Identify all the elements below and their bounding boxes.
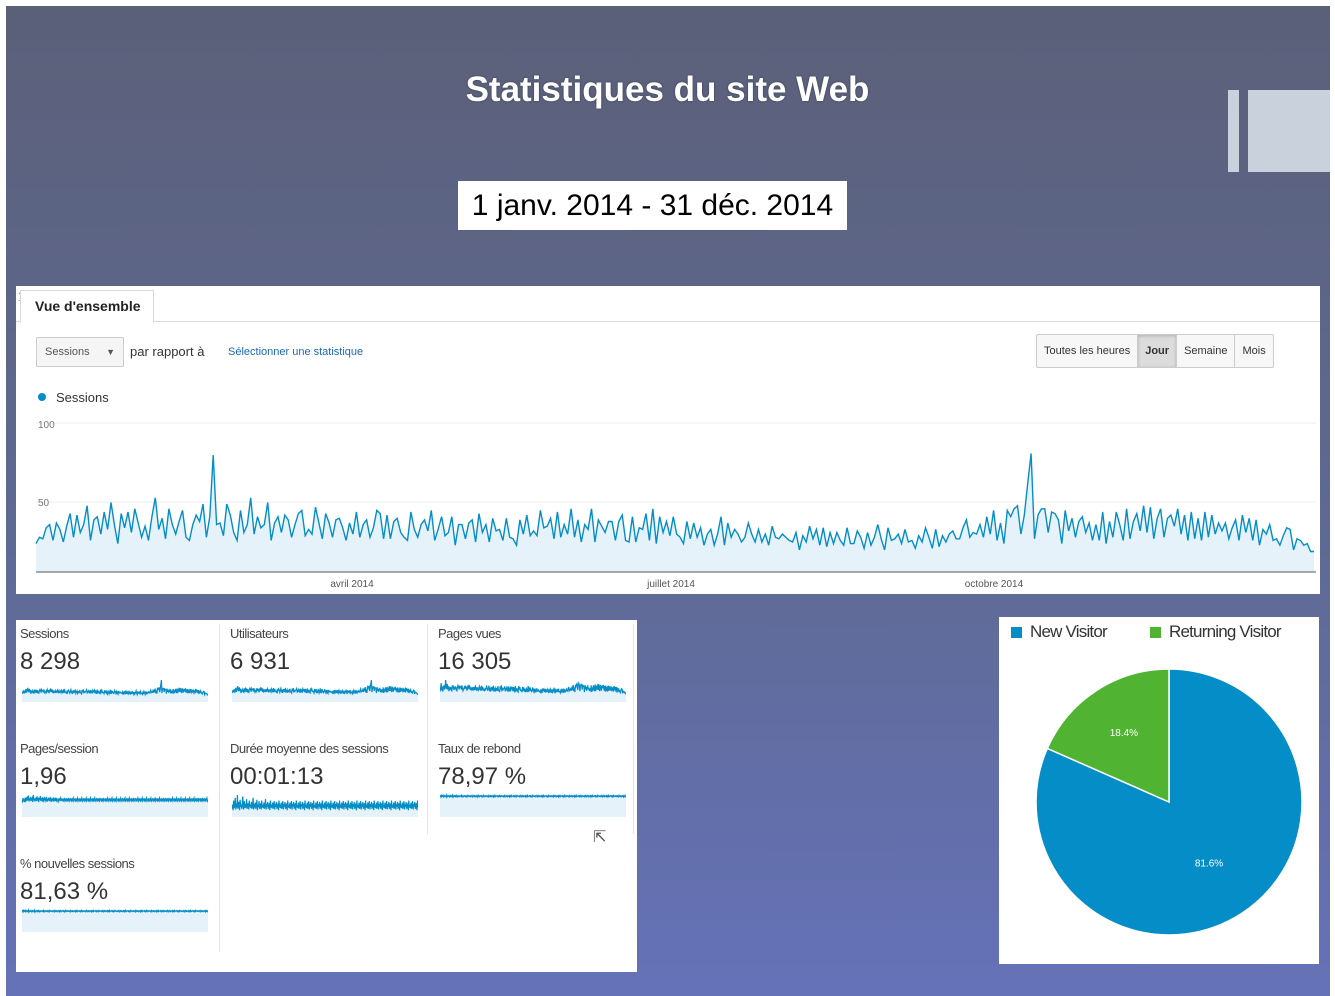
divider — [427, 624, 428, 834]
kpi-pages-per-session[interactable]: Pages/session 1,96 — [16, 735, 216, 847]
kpi-avg-session-duration[interactable]: Durée moyenne des sessions 00:01:13 — [226, 735, 426, 847]
kpi-sparkline — [22, 908, 208, 932]
visitor-pie-chart: 81.6% 18.4% — [1035, 668, 1303, 936]
kpi-users[interactable]: Utilisateurs 6 931 — [226, 620, 426, 732]
kpi-sessions[interactable]: Sessions 8 298 — [16, 620, 216, 732]
pie-slice-label: 81.6% — [1195, 858, 1223, 869]
kpi-panel: Sessions 8 298 Utilisateurs 6 931 Pages … — [16, 620, 637, 972]
pie-slice-label: 18.4% — [1110, 728, 1138, 739]
sessions-area — [36, 453, 1314, 572]
kpi-label: % nouvelles sessions — [20, 856, 135, 871]
kpi-sparkline — [22, 794, 208, 817]
kpi-pageviews[interactable]: Pages vues 16 305 — [434, 620, 634, 732]
sessions-line-chart: 100 50 avril 2014 juillet 2014 octobre 2… — [35, 420, 1316, 590]
sparkline-area — [440, 795, 626, 817]
sparkline-line — [440, 793, 626, 800]
sessions-chart-panel: ⇲ Vue d'ensemble Sessions ▼ par rapport … — [16, 286, 1320, 594]
visitor-pie-panel: New Visitor Returning Visitor 81.6% 18.4% — [999, 617, 1319, 964]
kpi-sparkline — [232, 679, 418, 702]
kpi-value: 81,63 % — [20, 878, 109, 905]
date-range-label: 1 janv. 2014 - 31 déc. 2014 — [458, 181, 847, 230]
kpi-sparkline — [22, 679, 208, 702]
sparkline-line — [232, 794, 418, 811]
slide-title: Statistiques du site Web — [465, 70, 870, 109]
kpi-value: 6 931 — [230, 648, 291, 675]
kpi-value: 16 305 — [438, 648, 512, 675]
y-tick-label: 100 — [38, 420, 55, 431]
kpi-value: 1,96 — [20, 763, 67, 790]
kpi-label: Sessions — [20, 626, 69, 641]
kpi-sparkline — [440, 679, 626, 702]
kpi-label: Taux de rebond — [438, 741, 521, 756]
kpi-value: 00:01:13 — [230, 763, 324, 790]
decorative-bar — [1228, 90, 1239, 172]
x-tick-label: octobre 2014 — [965, 579, 1024, 590]
kpi-label: Utilisateurs — [230, 626, 289, 641]
cursor-icon: ⇱ — [593, 829, 607, 846]
decorative-block — [1248, 90, 1330, 172]
kpi-new-sessions[interactable]: % nouvelles sessions 81,63 % — [16, 850, 216, 962]
kpi-sparkline — [440, 793, 626, 817]
x-tick-label: avril 2014 — [330, 579, 374, 590]
sparkline-area — [22, 910, 208, 932]
y-tick-label: 50 — [38, 498, 50, 509]
kpi-sparkline — [232, 794, 418, 817]
kpi-value: 78,97 % — [438, 763, 527, 790]
kpi-label: Pages/session — [20, 741, 99, 756]
kpi-value: 8 298 — [20, 648, 81, 675]
divider — [219, 624, 220, 952]
kpi-label: Durée moyenne des sessions — [230, 741, 389, 756]
sparkline-line — [22, 908, 208, 914]
kpi-label: Pages vues — [438, 626, 501, 641]
x-tick-label: juillet 2014 — [646, 579, 695, 590]
